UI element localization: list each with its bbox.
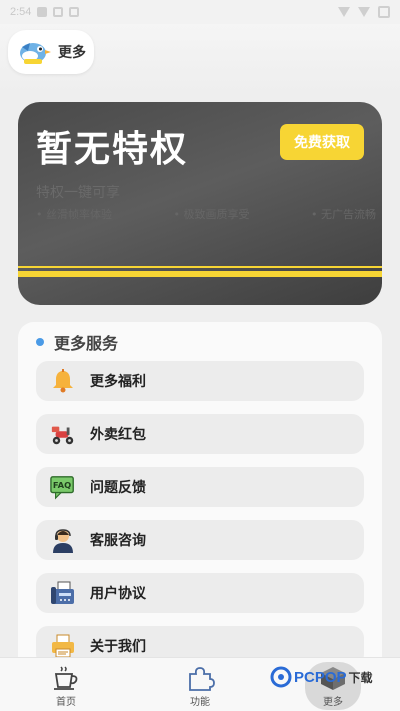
service-item-user-agreement[interactable]: 用户协议: [36, 573, 364, 613]
signal-icon: [358, 7, 370, 17]
section-title: 更多服务: [54, 334, 119, 353]
vip-subtitle: 特权一键可享: [36, 185, 120, 201]
vip-feature: • 极致画质享受: [173, 208, 250, 221]
vip-status-title: 暂无特权: [36, 129, 189, 170]
settings-notification-icon: [69, 7, 80, 17]
app-title-pill: 更多: [8, 30, 94, 74]
bird-logo-icon: [20, 43, 51, 64]
page-title: 更多: [58, 45, 86, 61]
card-stripe: [18, 266, 382, 268]
wifi-icon: [338, 7, 350, 17]
service-item-customer-service[interactable]: 客服咨询: [36, 520, 364, 560]
service-item-more-benefits[interactable]: 更多福利: [36, 361, 364, 401]
vip-feature: • 丝滑帧率体验: [36, 208, 112, 221]
notification-icon: [37, 7, 48, 17]
fax-icon: [50, 580, 76, 606]
service-item-takeout-coupon[interactable]: 外卖红包: [36, 414, 364, 454]
watermark: PCPOP 下载: [270, 666, 373, 688]
more-services-panel: 更多服务 更多福利 外卖红包 FAQ 问题反馈 客服咨询 用户协议 关于我们: [18, 322, 382, 667]
app-notification-icon: [53, 7, 64, 17]
service-item-label: 关于我们: [90, 639, 146, 655]
coffee-cup-icon: [51, 663, 81, 693]
card-stripe: [18, 271, 382, 277]
watermark-brand: PCPOP: [294, 668, 347, 686]
tab-home[interactable]: 首页: [26, 658, 106, 711]
service-item-label: 客服咨询: [90, 533, 146, 549]
service-item-feedback[interactable]: FAQ 问题反馈: [36, 467, 364, 507]
watermark-suffix: 下载: [348, 670, 373, 685]
vip-privilege-card: 暂无特权 免费获取 特权一键可享 • 丝滑帧率体验 • 极致画质享受 • 无广告…: [18, 102, 382, 305]
puzzle-icon: [185, 663, 215, 693]
bell-icon: [50, 368, 76, 394]
battery-icon: [378, 6, 390, 18]
printer-icon: [50, 633, 76, 659]
tab-label: 功能: [190, 697, 210, 708]
section-heading: 更多服务: [36, 330, 118, 354]
vip-feature: • 无广告流畅: [311, 208, 376, 221]
support-agent-icon: [50, 527, 76, 553]
pcpop-logo-icon: [270, 666, 292, 688]
vip-feature-list: • 丝滑帧率体验 • 极致画质享受 • 无广告流畅: [36, 206, 376, 222]
scooter-icon: [50, 421, 76, 447]
free-get-button[interactable]: 免费获取: [280, 124, 364, 160]
service-item-label: 更多福利: [90, 374, 146, 390]
status-time: 2:54: [10, 6, 32, 18]
status-bar: 2:54: [0, 0, 400, 24]
tab-functions[interactable]: 功能: [160, 658, 240, 711]
faq-icon: FAQ: [50, 474, 76, 500]
service-item-label: 外卖红包: [90, 427, 146, 443]
header: 更多: [0, 24, 400, 94]
bullet-dot-icon: [36, 338, 44, 346]
tab-label: 首页: [56, 697, 76, 708]
service-item-label: 问题反馈: [90, 480, 146, 496]
tab-label: 更多: [323, 697, 343, 708]
svg-text:FAQ: FAQ: [53, 480, 71, 490]
service-item-label: 用户协议: [90, 586, 146, 602]
